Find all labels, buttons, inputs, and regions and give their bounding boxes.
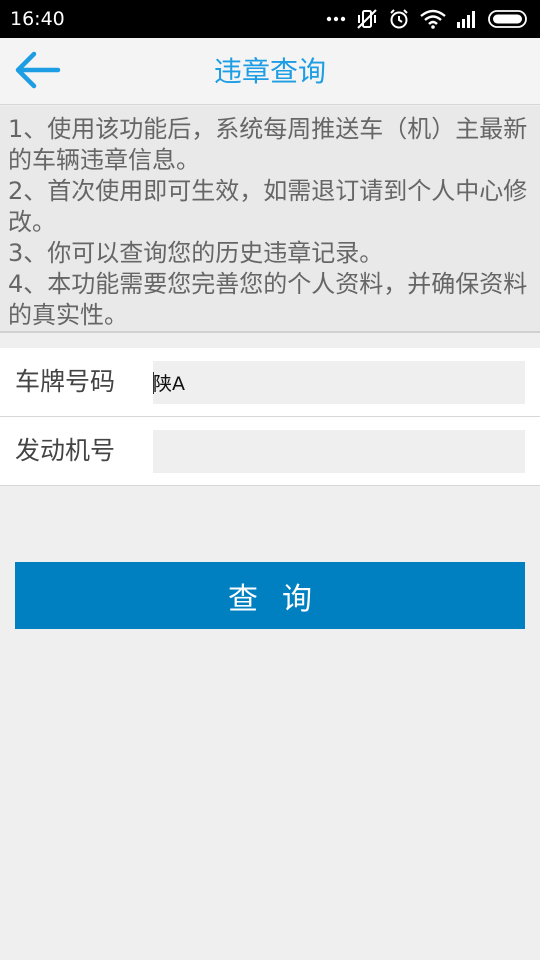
notice-panel: 1、使用该功能后，系统每周推送车（机）主最新的车辆违章信息。 2、首次使用即可生… (0, 106, 540, 333)
engine-label: 发动机号 (15, 436, 116, 465)
more-dots-icon (326, 16, 346, 22)
plate-input[interactable] (153, 361, 525, 404)
notice-line: 1、使用该功能后，系统每周推送车（机）主最新的车辆违章信息。 (8, 115, 528, 174)
query-button[interactable]: 查询 (15, 562, 525, 629)
status-icons (326, 8, 530, 30)
status-time: 16:40 (10, 8, 65, 30)
page-title: 违章查询 (213, 55, 326, 88)
app-bar: 违章查询 (0, 38, 540, 105)
plate-row: 车牌号码 (0, 348, 540, 417)
notice-line: 2、首次使用即可生效，如需退订请到个人中心修改。 (8, 177, 528, 236)
notice-line: 4、本功能需要您完善您的个人资料，并确保资料的真实性。 (8, 270, 528, 329)
query-form: 车牌号码 发动机号 (0, 348, 540, 486)
engine-row: 发动机号 (0, 417, 540, 486)
engine-input[interactable] (153, 430, 525, 473)
plate-label: 车牌号码 (15, 367, 116, 396)
alarm-icon (388, 8, 410, 30)
vibrate-off-icon (356, 8, 378, 30)
signal-icon (456, 10, 478, 28)
wifi-icon (420, 9, 446, 29)
battery-icon (488, 10, 530, 28)
notice-line: 3、你可以查询您的历史违章记录。 (8, 239, 384, 267)
status-bar: 16:40 (0, 0, 540, 38)
text-caret (153, 372, 154, 394)
